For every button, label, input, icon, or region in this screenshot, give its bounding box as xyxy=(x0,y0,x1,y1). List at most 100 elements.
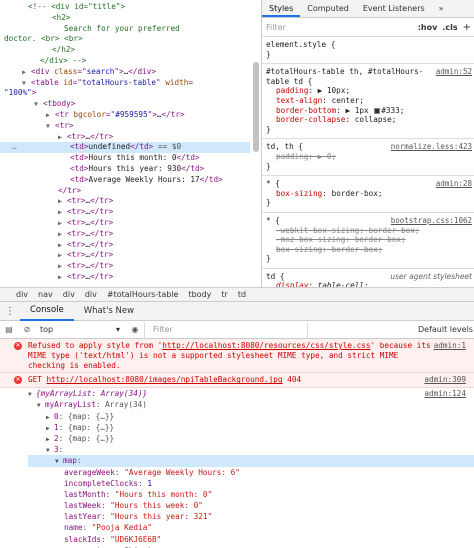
console-filter-input[interactable]: Filter xyxy=(144,321,308,338)
dom-node-line[interactable]: </tr> xyxy=(0,186,250,197)
collapse-triangle-icon[interactable]: ▶ xyxy=(58,218,67,229)
sidebar-toggle-icon[interactable]: ▤ xyxy=(0,325,18,334)
dom-node-line[interactable]: ▼ <table id="totalHours-table" width= xyxy=(0,78,250,89)
dom-node-line[interactable]: ▶ <tr>…</tr> xyxy=(0,272,250,283)
expand-triangle-icon[interactable]: ▼ xyxy=(46,445,54,456)
scrollbar-thumb[interactable] xyxy=(253,62,259,152)
new-rule-button[interactable]: + xyxy=(463,22,471,33)
dom-node-line[interactable]: ▶ <tr bgcolor="#959595">…</tr> xyxy=(0,110,250,121)
collapse-triangle-icon[interactable]: ▶ xyxy=(58,132,67,143)
dom-node-line[interactable]: ▶ <tr>…</tr> xyxy=(0,132,250,143)
tab-whats-new[interactable]: What's New xyxy=(74,302,144,320)
hov-toggle[interactable]: :hov xyxy=(418,23,438,32)
breadcrumb-item[interactable]: div xyxy=(63,290,75,299)
dom-node-line[interactable]: <td>Hours this month: 0</td> xyxy=(0,153,250,164)
expand-triangle-icon[interactable]: ▼ xyxy=(22,78,31,89)
rule-source-link[interactable]: admin:52 xyxy=(436,67,472,77)
breadcrumb-item[interactable]: nav xyxy=(38,290,53,299)
dom-node-line[interactable]: ▶ <tr>…</tr> xyxy=(0,261,250,272)
object-property-line[interactable]: ▶ 2: {map: {…}} xyxy=(28,433,474,444)
object-property-line[interactable]: incompleteClocks: 1 xyxy=(28,478,474,489)
collapse-triangle-icon[interactable]: ▶ xyxy=(58,240,67,251)
drawer-menu-icon[interactable]: ⋮ xyxy=(0,306,20,317)
message-url-link[interactable]: http://localhost:8080/images/npiTableBac… xyxy=(47,375,283,384)
breadcrumb-item[interactable]: tbody xyxy=(188,290,211,299)
dom-node-line[interactable]: … <td>undefined</td> == $0 xyxy=(0,142,250,154)
styles-tab[interactable]: Event Listeners xyxy=(356,0,432,17)
dom-node-line[interactable]: <td>Hours this year: 930</td> xyxy=(0,164,250,175)
object-property-line[interactable]: averageWeek: "Average Weekly Hours: 6" xyxy=(28,467,474,478)
object-property-line[interactable]: ▼ {myArrayList: Array(34)} xyxy=(28,388,474,399)
css-property[interactable]: text-align: center; xyxy=(266,96,470,106)
collapse-triangle-icon[interactable]: ▶ xyxy=(58,250,67,261)
css-property[interactable]: padding: ▶ 10px; xyxy=(266,86,470,96)
styles-tab[interactable]: » xyxy=(432,0,451,17)
message-source-link[interactable]: admin:309 xyxy=(424,375,466,385)
dom-node-line[interactable]: <td>Average Weekly Hours: 17</td> xyxy=(0,175,250,186)
collapse-triangle-icon[interactable]: ▶ xyxy=(58,229,67,240)
dom-node-line[interactable]: <h2> xyxy=(0,13,250,24)
breadcrumb-item[interactable]: div xyxy=(16,290,28,299)
message-source-link[interactable]: admin:1 xyxy=(434,341,466,351)
dom-node-line[interactable]: ▶ <tr>…</tr> xyxy=(0,229,250,240)
breadcrumb-item[interactable]: td xyxy=(238,290,246,299)
dom-node-line[interactable]: <!-- <div id="title"> xyxy=(0,2,250,13)
dom-node-line[interactable]: ▶ <tr>…</tr> xyxy=(0,196,250,207)
cls-toggle[interactable]: .cls xyxy=(442,23,457,32)
object-property-line[interactable]: ▶ 0: {map: {…}} xyxy=(28,411,474,422)
object-property-line[interactable]: ▶ 1: {map: {…}} xyxy=(28,422,474,433)
rule-source-link[interactable]: admin:28 xyxy=(436,179,472,189)
dom-node-line[interactable]: ▶ <tr>…</tr> xyxy=(0,207,250,218)
expand-triangle-icon[interactable]: ▼ xyxy=(28,389,36,400)
rule-source-link[interactable]: bootstrap.css:1062 xyxy=(391,216,472,226)
collapse-triangle-icon[interactable]: ▶ xyxy=(58,261,67,272)
css-property[interactable]: -webkit-box-sizing: border-box; xyxy=(266,226,470,236)
object-property-line[interactable]: slackIds: "UD6KJ6E6B" xyxy=(28,534,474,545)
eye-icon[interactable]: ◉ xyxy=(126,325,144,334)
color-swatch-icon[interactable] xyxy=(374,107,381,114)
css-property[interactable]: -moz-box-sizing: border-box; xyxy=(266,235,470,245)
expand-triangle-icon[interactable]: ▼ xyxy=(37,400,45,411)
dom-node-line[interactable]: ▶ <tr>…</tr> xyxy=(0,240,250,251)
expand-triangle-icon[interactable]: ▼ xyxy=(46,121,55,132)
dom-node-line[interactable]: ▼ <tbody> xyxy=(0,99,250,110)
css-property[interactable]: padding: ▶ 0; xyxy=(266,152,470,162)
styles-tab[interactable]: Computed xyxy=(300,0,356,17)
message-url-link[interactable]: http://localhost:8080/resources/css/styl… xyxy=(162,341,370,350)
rule-source-link[interactable]: normalize.less:423 xyxy=(391,142,472,152)
log-source-link[interactable]: admin:124 xyxy=(424,388,466,399)
object-property-line[interactable]: lastMonth: "Hours this month: 0" xyxy=(28,489,474,500)
collapse-triangle-icon[interactable]: ▶ xyxy=(46,110,55,121)
tab-console[interactable]: Console xyxy=(20,301,74,321)
expand-triangle-icon[interactable]: ▼ xyxy=(55,456,63,467)
styles-filter-input[interactable]: Filter xyxy=(266,23,418,32)
breadcrumb-item[interactable]: #totalHours-table xyxy=(107,290,179,299)
dom-node-line[interactable]: ▼ <tr> xyxy=(0,121,250,132)
elements-scrollbar[interactable] xyxy=(252,2,260,270)
collapse-triangle-icon[interactable]: ▶ xyxy=(58,207,67,218)
clear-console-icon[interactable]: ⊘ xyxy=(18,325,36,334)
collapse-triangle-icon[interactable]: ▶ xyxy=(58,196,67,207)
dom-node-line[interactable]: ▶ <div class="search">…</div> xyxy=(0,67,250,78)
object-property-line[interactable]: ▼ 3: xyxy=(28,444,474,455)
object-property-line[interactable]: lastWeek: "Hours this week: 0" xyxy=(28,500,474,511)
dom-node-line[interactable]: doctor. <br> <br> xyxy=(0,34,250,45)
object-property-line[interactable]: ▼ myArrayList: Array(34) xyxy=(28,399,474,410)
expand-triangle-icon[interactable]: ▼ xyxy=(34,99,43,110)
dom-node-line[interactable]: ▶ <tr>…</tr> xyxy=(0,218,250,229)
object-property-line[interactable]: name: "Pooja Kedia" xyxy=(28,522,474,533)
object-property-line[interactable]: lastYear: "Hours this year: 321" xyxy=(28,511,474,522)
dom-node-line[interactable]: "100%"> xyxy=(0,88,250,99)
collapse-triangle-icon[interactable]: ▶ xyxy=(58,272,67,283)
css-property[interactable]: border-bottom: ▶ 1px #333; xyxy=(266,106,470,116)
css-property[interactable]: box-sizing: border-box; xyxy=(266,245,470,255)
dom-node-line[interactable]: </div> --> xyxy=(0,56,250,67)
log-levels-dropdown[interactable]: Default levels ▾ xyxy=(308,325,474,334)
object-property-line[interactable]: ▼ map: xyxy=(28,455,474,467)
css-property[interactable]: box-sizing: border-box; xyxy=(266,189,470,199)
context-selector[interactable]: top ▾ xyxy=(36,325,126,334)
dom-node-line[interactable]: Search for your preferred xyxy=(0,24,250,35)
css-property[interactable]: border-collapse: collapse; xyxy=(266,115,470,125)
dom-node-line[interactable]: </h2> xyxy=(0,45,250,56)
collapse-triangle-icon[interactable]: ▶ xyxy=(22,67,31,78)
